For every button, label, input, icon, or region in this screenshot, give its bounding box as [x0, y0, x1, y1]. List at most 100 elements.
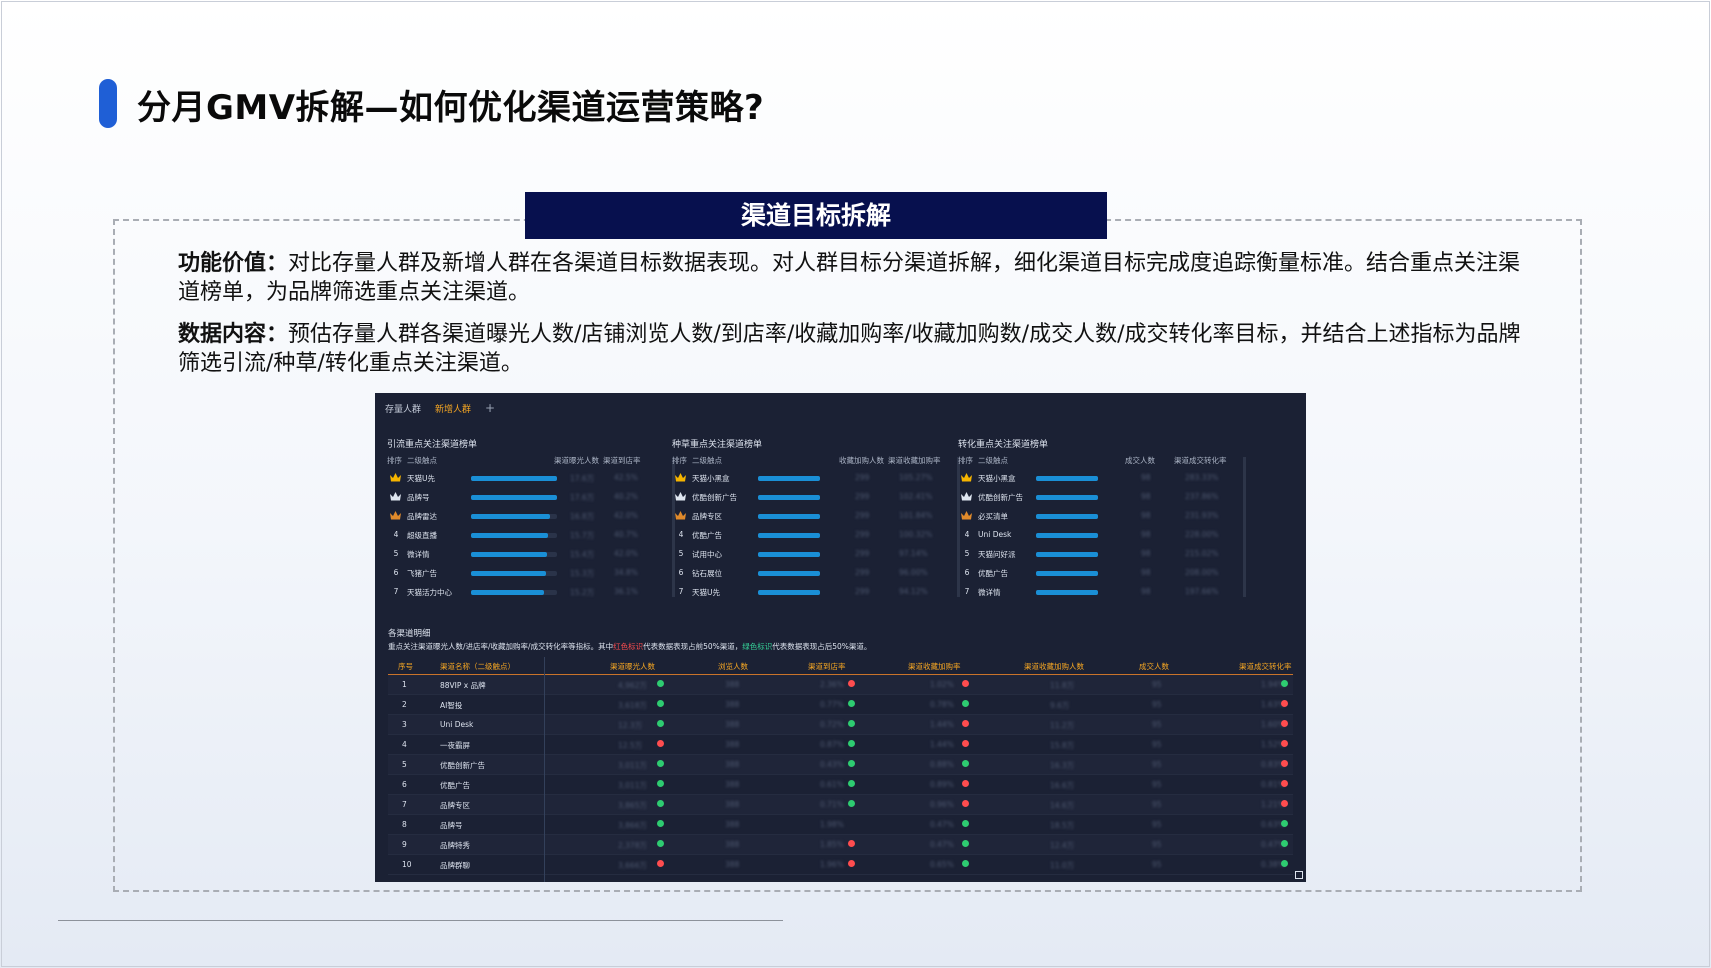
table-cell: 16.3万 — [1050, 761, 1075, 770]
table-row[interactable]: 6 优酷广告 3,011万 388 0.61% 0.89% 16.6万 95 0.81% — [388, 775, 1293, 795]
metric-value-1: 15.7万 — [570, 531, 595, 540]
ranking-bar — [1036, 514, 1098, 519]
channel-name: 优酷广告 — [692, 531, 722, 540]
metric-value-2: 208.00% — [1185, 568, 1219, 577]
ranking-row[interactable]: 7 天猫活力中心 15.2万 36.1% — [387, 583, 677, 602]
ranking-row[interactable]: 天猫小黑盒 299 105.27% — [672, 469, 962, 488]
ranking-row[interactable]: 天猫U先 17.6万 42.5% — [387, 469, 677, 488]
channel-name: 超级直播 — [407, 531, 437, 540]
ranking-row[interactable]: 7 微详情 98 197.66% — [958, 583, 1248, 602]
ranking-header-cell: 二级触点 — [692, 456, 722, 465]
ranking-bar — [1036, 495, 1098, 500]
table-row[interactable]: 1 88VIP x 品牌 4,962万 388 2.36% 1.02% 11.8万 95 1.9… — [388, 675, 1293, 695]
detail-header-cell: 序号 — [398, 662, 413, 671]
function-value-label: 功能价值： — [178, 251, 289, 276]
green-status-dot — [1281, 820, 1288, 827]
expand-icon[interactable] — [1295, 871, 1303, 879]
channel-name: 品牌专区 — [692, 512, 722, 521]
ranking-bar — [758, 571, 820, 576]
ranking-row[interactable]: 优酷创新广告 299 102.41% — [672, 488, 962, 507]
metric-value-1: 17.6万 — [570, 474, 595, 483]
channel-name: 微详情 — [978, 588, 1001, 597]
ranking-row[interactable]: 5 试用中心 299 97.14% — [672, 545, 962, 564]
table-row[interactable]: 10 品牌群聊 3,666万 388 1.96% 0.65% 11.0万 95 0.38% — [388, 855, 1293, 875]
crown-icon — [961, 511, 972, 520]
table-row[interactable]: 5 优酷创新广告 3,011万 388 0.43% 0.88% 16.3万 95 0.83% — [388, 755, 1293, 775]
table-cell: 95 — [1152, 840, 1162, 849]
ranking-row[interactable]: 4 优酷广告 299 100.32% — [672, 526, 962, 545]
ranking-row[interactable]: 品牌雷达 16.8万 42.0% — [387, 507, 677, 526]
channel-name: 天猫小黑盒 — [978, 474, 1016, 483]
green-status-dot — [1281, 840, 1288, 847]
ranking-header-cell: 渠道成交转化率 — [1174, 456, 1227, 465]
green-status-dot — [848, 760, 855, 767]
ranking-row[interactable]: 天猫小黑盒 98 283.33% — [958, 469, 1248, 488]
ranking-bar — [758, 495, 820, 500]
ranking-row[interactable]: 优酷创新广告 98 237.86% — [958, 488, 1248, 507]
detail-note: 重点关注渠道曝光人数/进店率/收藏加购率/成交转化率等指标。其中红色标识代表数据… — [388, 641, 871, 652]
ranking-row[interactable]: 6 飞猪广告 15.3万 34.8% — [387, 564, 677, 583]
channel-name: 天猫U先 — [692, 588, 720, 597]
panel-scrollbar[interactable] — [1243, 457, 1246, 597]
tab-new-crowd[interactable]: 新增人群 — [435, 402, 471, 415]
ranking-row[interactable]: 5 微详情 15.4万 42.0% — [387, 545, 677, 564]
tab-existing-crowd[interactable]: 存量人群 — [385, 402, 421, 415]
detail-title: 各渠道明细 — [388, 629, 431, 639]
metric-value-2: 97.14% — [899, 549, 928, 558]
ranking-bar — [471, 590, 557, 595]
table-cell: 4,962万 — [618, 681, 647, 690]
table-cell: 1.02% — [930, 680, 954, 689]
table-row[interactable]: 3 Uni Desk 12.3万 388 0.72% 1.44% 11.2万 95 1.60% — [388, 715, 1293, 735]
red-status-dot — [657, 740, 664, 747]
detail-header-cell: 渠道收藏加购率 — [908, 662, 961, 671]
table-cell: 16.6万 — [1050, 781, 1075, 790]
ranking-row[interactable]: 4 Uni Desk 98 228.00% — [958, 526, 1248, 545]
table-cell: 2,378万 — [618, 841, 647, 850]
rank-number: 7 — [964, 587, 970, 596]
crowd-tabs: 存量人群 新增人群 + — [385, 401, 495, 415]
table-cell: 0.87% — [820, 740, 844, 749]
table-row[interactable]: 9 品牌特秀 2,378万 388 1.85% 0.47% 12.4万 95 0.47% — [388, 835, 1293, 855]
ranking-row[interactable]: 5 天猫问好派 98 215.02% — [958, 545, 1248, 564]
green-status-dot — [1281, 860, 1288, 867]
green-status-dot — [1281, 680, 1288, 687]
metric-value-2: 34.8% — [614, 568, 638, 577]
table-cell: 0.77% — [820, 700, 844, 709]
crown-icon — [961, 492, 972, 501]
ranking-row[interactable]: 7 天猫U先 299 94.12% — [672, 583, 962, 602]
ranking-header-cell: 排序 — [387, 456, 402, 465]
metric-value-2: 36.1% — [614, 587, 638, 596]
table-row[interactable]: 8 品牌号 3,866万 388 1.98% 0.47% 18.5万 95 0.63% — [388, 815, 1293, 835]
red-status-dot — [962, 740, 969, 747]
ranking-row[interactable]: 4 超级直播 15.7万 40.7% — [387, 526, 677, 545]
table-cell: 7 — [402, 800, 407, 809]
metric-value-2: 102.41% — [899, 492, 933, 501]
green-status-dot — [848, 740, 855, 747]
rank-number: 4 — [393, 530, 399, 539]
ranking-row[interactable]: 6 优酷广告 98 208.00% — [958, 564, 1248, 583]
table-cell: 11.2万 — [1050, 721, 1075, 730]
ranking-panel: 转化重点关注渠道榜单 排序 二级触点 成交人数 渠道成交转化率 天猫小黑盒 98 283.33… — [958, 437, 1248, 597]
ranking-row[interactable]: 6 钻石展位 299 96.00% — [672, 564, 962, 583]
metric-value-2: 42.0% — [614, 549, 638, 558]
table-cell: 388 — [725, 720, 740, 729]
table-cell: 95 — [1152, 860, 1162, 869]
channel-name: 试用中心 — [692, 550, 722, 559]
ranking-row[interactable]: 品牌专区 299 101.84% — [672, 507, 962, 526]
green-status-dot — [962, 820, 969, 827]
ranking-header-cell: 成交人数 — [1125, 456, 1155, 465]
metric-value-1: 15.4万 — [570, 550, 595, 559]
metric-value-2: 100.32% — [899, 530, 933, 539]
ranking-row[interactable]: 品牌号 17.6万 40.2% — [387, 488, 677, 507]
ranking-header-cell: 二级触点 — [978, 456, 1008, 465]
table-row[interactable]: 4 一夜霸屏 12.5万 388 0.87% 1.44% 15.8万 95 1.52% — [388, 735, 1293, 755]
table-row[interactable]: 7 品牌专区 3,865万 388 0.71% 0.96% 14.6万 95 1.21% — [388, 795, 1293, 815]
table-row[interactable]: 2 AI智投 3,618万 388 0.77% 0.78% 9.6万 95 1.63% — [388, 695, 1293, 715]
metric-value-1: 17.6万 — [570, 493, 595, 502]
green-status-dot — [848, 700, 855, 707]
add-tab-button[interactable]: + — [485, 401, 495, 415]
metric-value-1: 299 — [855, 492, 870, 501]
note-suffix: 代表数据表现占后50%渠道。 — [772, 642, 872, 651]
detail-header-cell: 成交人数 — [1139, 662, 1169, 671]
ranking-row[interactable]: 必买清单 98 231.93% — [958, 507, 1248, 526]
